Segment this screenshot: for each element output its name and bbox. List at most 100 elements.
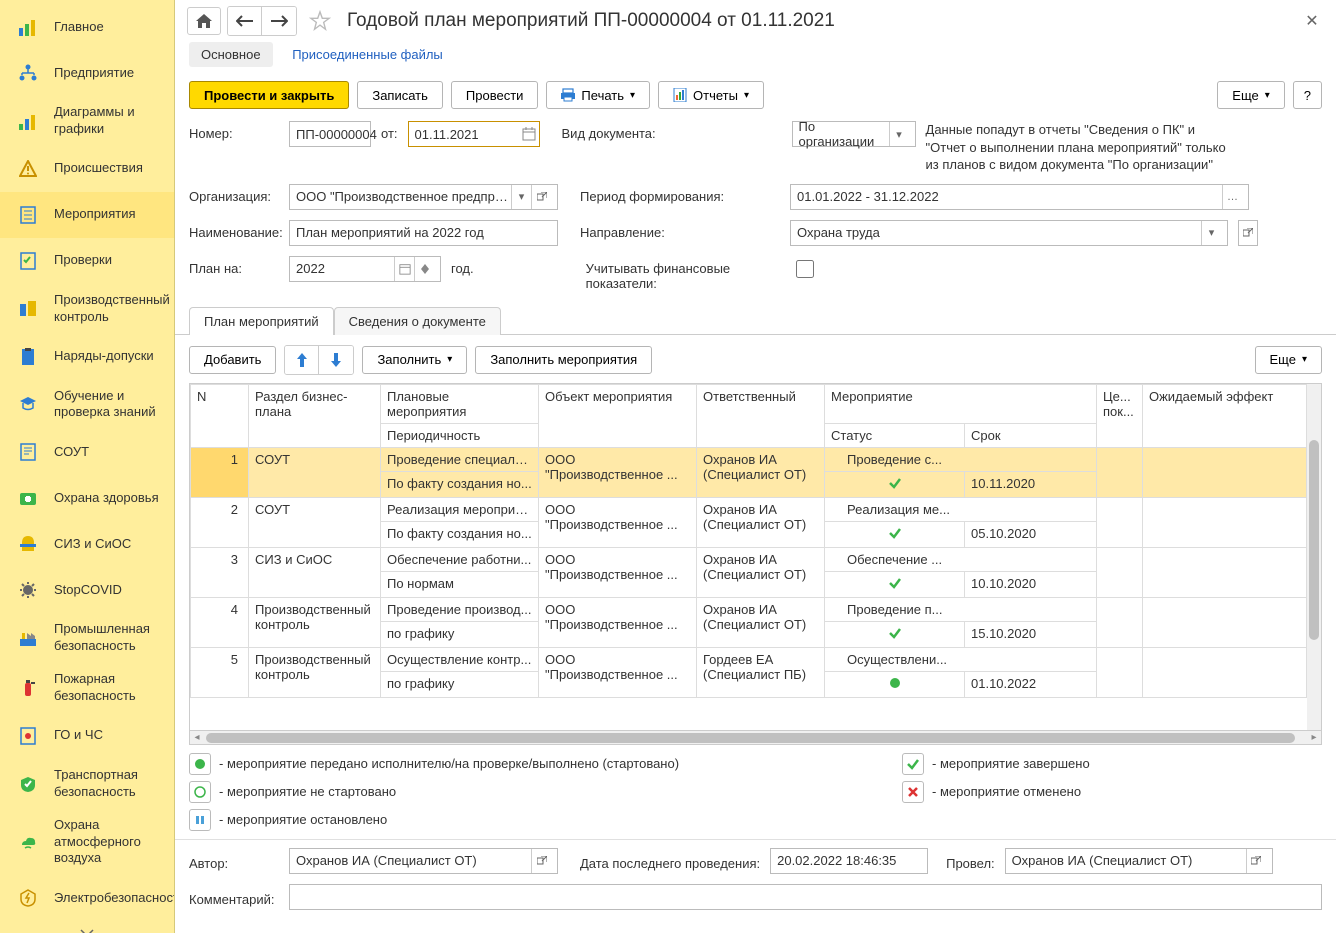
sidebar-item-17[interactable]: Охрана атмосферного воздуха: [0, 809, 174, 876]
comment-field[interactable]: [289, 884, 1322, 910]
sidebar-more[interactable]: [0, 921, 174, 933]
sidebar-item-2[interactable]: Диаграммы и графики: [0, 96, 174, 146]
fill-button[interactable]: Заполнить ▾: [362, 346, 467, 374]
date-field[interactable]: 01.11.2021: [408, 121, 540, 147]
stepper-icon[interactable]: [414, 257, 434, 281]
doc-type-field[interactable]: По организации ▾: [792, 121, 916, 147]
last-post-field[interactable]: 20.02.2022 18:46:35: [770, 848, 928, 874]
prod-control-icon: [14, 295, 42, 323]
table-row[interactable]: 3СИЗ и СиОСОбеспечение работни...ООО "Пр…: [191, 547, 1321, 571]
sidebar-item-4[interactable]: Мероприятия: [0, 192, 174, 238]
sidebar-item-10[interactable]: Охрана здоровья: [0, 475, 174, 521]
sub-more-button[interactable]: Еще ▾: [1255, 346, 1322, 374]
move-up-button[interactable]: [285, 346, 319, 374]
more-button[interactable]: Еще ▾: [1217, 81, 1284, 109]
subtab-files[interactable]: Присоединенные файлы: [280, 42, 455, 67]
close-button[interactable]: ✕: [1300, 9, 1324, 33]
dropdown-icon[interactable]: ▾: [889, 122, 909, 146]
col-periodicity[interactable]: Периодичность: [381, 423, 539, 447]
favorite-icon[interactable]: [309, 10, 331, 32]
emergency-icon: [14, 722, 42, 750]
sidebar-item-14[interactable]: Пожарная безопасность: [0, 663, 174, 713]
help-button[interactable]: ?: [1293, 81, 1322, 109]
plan-for-label: План на:: [189, 256, 279, 276]
open-icon[interactable]: [531, 185, 551, 209]
name-field[interactable]: План мероприятий на 2022 год: [289, 220, 558, 246]
sidebar-item-6[interactable]: Производственный контроль: [0, 284, 174, 334]
sidebar-item-12[interactable]: StopCOVID: [0, 567, 174, 613]
scroll-right-icon[interactable]: ▸: [1307, 731, 1321, 745]
col-status[interactable]: Статус: [825, 423, 965, 447]
warning-icon: [14, 155, 42, 183]
table-row[interactable]: 1СОУТПроведение специаль...ООО "Производ…: [191, 447, 1321, 471]
author-field[interactable]: Охранов ИА (Специалист ОТ): [289, 848, 558, 874]
status-completed-icon: [902, 753, 924, 775]
table-row[interactable]: 4Производственный контрольПроведение про…: [191, 597, 1321, 621]
col-object[interactable]: Объект мероприятия: [539, 384, 697, 447]
col-event[interactable]: Мероприятие: [825, 384, 1097, 423]
post-close-button[interactable]: Провести и закрыть: [189, 81, 349, 109]
open-direction[interactable]: [1238, 220, 1258, 246]
sidebar-item-label: Промышленная безопасность: [54, 621, 164, 655]
transport-icon: [14, 770, 42, 798]
table[interactable]: N Раздел бизнес-плана Плановые мероприят…: [189, 383, 1322, 731]
back-button[interactable]: [228, 7, 262, 35]
post-button[interactable]: Провести: [451, 81, 539, 109]
sidebar-item-8[interactable]: Обучение и проверка знаний: [0, 380, 174, 430]
forward-button[interactable]: [262, 7, 296, 35]
sidebar-item-label: Главное: [54, 19, 104, 36]
posted-by-field[interactable]: Охранов ИА (Специалист ОТ): [1005, 848, 1273, 874]
calendar-icon[interactable]: [519, 122, 539, 146]
tab-info[interactable]: Сведения о документе: [334, 307, 501, 335]
scroll-left-icon[interactable]: ◂: [190, 731, 204, 745]
hscrollbar[interactable]: ◂ ▸: [189, 731, 1322, 745]
sidebar-item-5[interactable]: Проверки: [0, 238, 174, 284]
sidebar-item-3[interactable]: Происшествия: [0, 146, 174, 192]
col-date[interactable]: Срок: [965, 423, 1097, 447]
sidebar-item-18[interactable]: Электробезопасность: [0, 875, 174, 921]
subtab-main[interactable]: Основное: [189, 42, 273, 67]
home-button[interactable]: [187, 7, 221, 35]
plan-for-field[interactable]: 2022: [289, 256, 441, 282]
sidebar-item-1[interactable]: Предприятие: [0, 50, 174, 96]
toolbar: Провести и закрыть Записать Провести Печ…: [175, 77, 1336, 121]
direction-field[interactable]: Охрана труда ▾: [790, 220, 1228, 246]
col-responsible[interactable]: Ответственный: [697, 384, 825, 447]
col-planned[interactable]: Плановые мероприятия: [381, 384, 539, 423]
health-icon: [14, 484, 42, 512]
sidebar-item-0[interactable]: Главное: [0, 4, 174, 50]
fill-events-button[interactable]: Заполнить мероприятия: [475, 346, 652, 374]
dropdown-icon[interactable]: ▾: [1201, 221, 1221, 245]
col-target[interactable]: Це... пок...: [1097, 384, 1143, 447]
training-icon: [14, 390, 42, 418]
sidebar-item-7[interactable]: Наряды-допуски: [0, 334, 174, 380]
doc-type-hint: Данные попадут в отчеты "Сведения о ПК" …: [926, 121, 1236, 174]
sidebar-item-9[interactable]: СОУТ: [0, 429, 174, 475]
reports-button[interactable]: Отчеты ▾: [658, 81, 764, 109]
sidebar-item-15[interactable]: ГО и ЧС: [0, 713, 174, 759]
col-n[interactable]: N: [191, 384, 249, 447]
number-field[interactable]: ПП-00000004: [289, 121, 371, 147]
period-field[interactable]: 01.01.2022 - 31.12.2022 …: [790, 184, 1249, 210]
sidebar-item-11[interactable]: СИЗ и СиОС: [0, 521, 174, 567]
table-row[interactable]: 2СОУТРеализация мероприя...ООО "Производ…: [191, 497, 1321, 521]
col-section[interactable]: Раздел бизнес-плана: [249, 384, 381, 447]
report-icon: [673, 88, 687, 102]
dropdown-icon[interactable]: ▾: [511, 185, 531, 209]
vscrollbar[interactable]: [1307, 384, 1321, 730]
add-button[interactable]: Добавить: [189, 346, 276, 374]
ellipsis-icon[interactable]: …: [1222, 185, 1242, 209]
tab-plan[interactable]: План мероприятий: [189, 307, 334, 335]
open-icon[interactable]: [1246, 849, 1266, 873]
fin-checkbox[interactable]: [796, 260, 814, 278]
save-button[interactable]: Записать: [357, 81, 443, 109]
col-effect[interactable]: Ожидаемый эффект: [1143, 384, 1307, 447]
calendar-icon[interactable]: [394, 257, 414, 281]
sidebar-item-16[interactable]: Транспортная безопасность: [0, 759, 174, 809]
print-button[interactable]: Печать ▾: [546, 81, 650, 109]
open-icon[interactable]: [531, 849, 551, 873]
table-row[interactable]: 5Производственный контрольОсуществление …: [191, 647, 1321, 671]
sidebar-item-13[interactable]: Промышленная безопасность: [0, 613, 174, 663]
org-field[interactable]: ООО "Производственное предприятие" ▾: [289, 184, 558, 210]
move-down-button[interactable]: [319, 346, 353, 374]
